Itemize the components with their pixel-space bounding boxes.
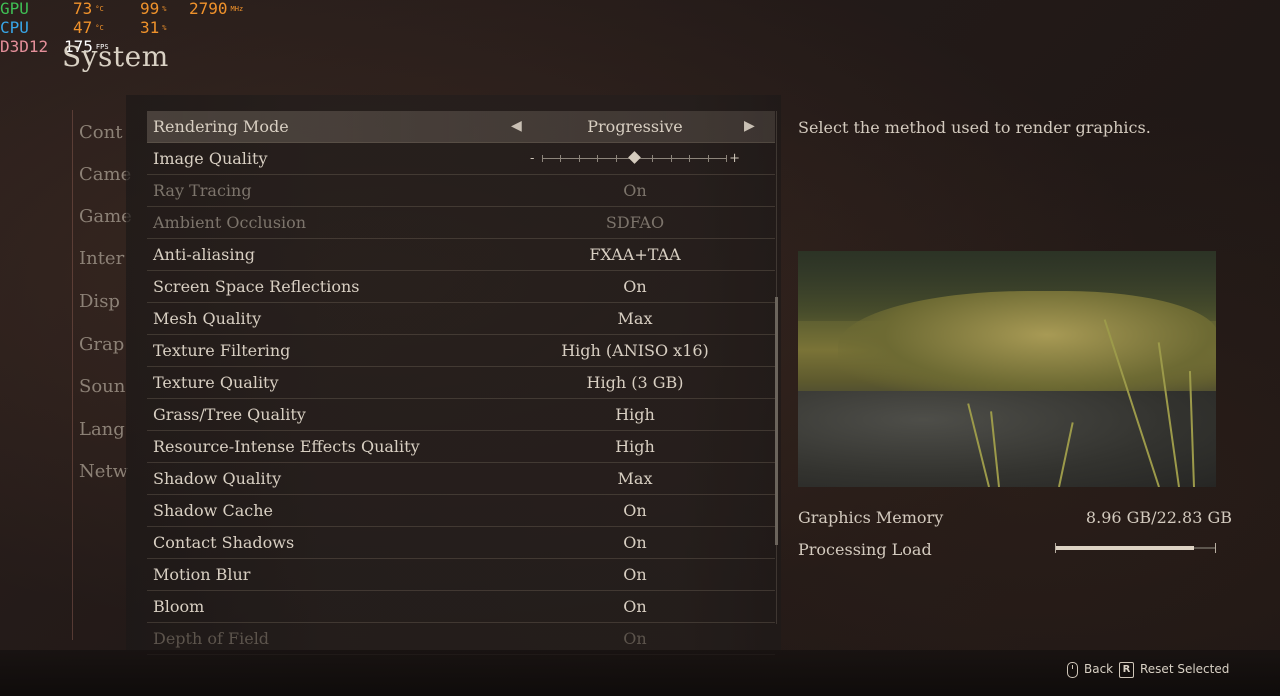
setting-value: On (623, 597, 647, 616)
slider-minus[interactable]: - (530, 143, 534, 174)
processing-load-bar (1055, 543, 1216, 553)
setting-name: Anti-aliasing (153, 245, 255, 264)
back-button[interactable]: Back (1067, 660, 1113, 678)
setting-row[interactable]: Grass/Tree Quality High (147, 399, 775, 431)
category-item[interactable]: Cont (79, 122, 122, 143)
load-bar-end-cap (1215, 543, 1216, 553)
category-item[interactable]: Inter (79, 248, 124, 269)
setting-row[interactable]: Rendering Mode Progressive ◀ ▶ (147, 111, 775, 143)
slider-tick (579, 155, 580, 162)
load-bar-fill (1056, 546, 1195, 550)
slider-tick (689, 155, 690, 162)
setting-name: Motion Blur (153, 565, 251, 584)
scrollbar-thumb[interactable] (775, 297, 778, 545)
slider-tick (671, 155, 672, 162)
setting-row[interactable]: Contact Shadows On (147, 527, 775, 559)
setting-row[interactable]: Shadow Quality Max (147, 463, 775, 495)
arrow-left-icon[interactable]: ◀ (511, 111, 522, 142)
category-item[interactable]: Soun (79, 376, 125, 397)
setting-row[interactable]: Bloom On (147, 591, 775, 623)
setting-value: On (623, 565, 647, 584)
setting-row[interactable]: Screen Space Reflections On (147, 271, 775, 303)
setting-name: Ambient Occlusion (153, 213, 307, 232)
slider-knob[interactable] (628, 151, 641, 164)
preview-image (798, 251, 1216, 487)
setting-name: Bloom (153, 597, 205, 616)
setting-name: Texture Filtering (153, 341, 291, 360)
graphics-memory-value: 8.96 GB/22.83 GB (1085, 508, 1232, 527)
r-key-icon: R (1119, 661, 1134, 678)
setting-value: High (615, 405, 655, 424)
category-item[interactable]: Came (79, 164, 131, 185)
slider-tick (542, 155, 543, 162)
settings-list: Rendering Mode Progressive ◀ ▶ Image Quality… (147, 111, 775, 655)
setting-name: Resource-Intense Effects Quality (153, 437, 420, 456)
processing-load-label: Processing Load (798, 540, 932, 559)
slider-tick (652, 155, 653, 162)
slider-tick (708, 155, 709, 162)
setting-row[interactable]: Anti-aliasing FXAA+TAA (147, 239, 775, 271)
setting-value: SDFAO (605, 213, 665, 232)
setting-value: On (623, 181, 647, 200)
slider-tick (616, 155, 617, 162)
setting-value: On (623, 501, 647, 520)
slider-tick (726, 155, 727, 162)
arrow-right-icon[interactable]: ▶ (744, 111, 755, 142)
setting-row: Ambient Occlusion SDFAO (147, 207, 775, 239)
setting-row[interactable]: Texture Quality High (3 GB) (147, 367, 775, 399)
setting-name: Contact Shadows (153, 533, 295, 552)
setting-name: Image Quality (153, 149, 268, 168)
setting-name: Grass/Tree Quality (153, 405, 306, 424)
setting-value: High (ANISO x16) (561, 341, 709, 360)
gpu-usage: 99% (140, 0, 167, 18)
setting-row[interactable]: Texture Filtering High (ANISO x16) (147, 335, 775, 367)
api-label: D3D12 (0, 37, 49, 56)
reset-selected-label: Reset Selected (1140, 662, 1230, 676)
setting-row[interactable]: Image Quality - + (147, 143, 775, 175)
setting-row[interactable]: Resource-Intense Effects Quality High (147, 431, 775, 463)
gpu-label: GPU (0, 0, 29, 18)
page-title: System (62, 40, 169, 73)
setting-value: Progressive (587, 117, 683, 136)
setting-name: Texture Quality (153, 373, 279, 392)
graphics-memory-label: Graphics Memory (798, 508, 944, 527)
setting-value: Max (617, 469, 653, 488)
reset-selected-button[interactable]: R Reset Selected (1119, 660, 1229, 678)
setting-value: High (3 GB) (586, 373, 684, 392)
cpu-temp: 47 °C (73, 18, 104, 37)
category-item[interactable]: Disp (79, 291, 120, 312)
setting-row[interactable]: Shadow Cache On (147, 495, 775, 527)
slider-tick (597, 155, 598, 162)
setting-name: Rendering Mode (153, 117, 289, 136)
setting-value: On (623, 277, 647, 296)
cpu-label: CPU (0, 18, 29, 37)
image-quality-slider[interactable]: - + (530, 151, 740, 166)
setting-value: High (615, 437, 655, 456)
setting-description: Select the method used to render graphic… (798, 118, 1151, 137)
back-label: Back (1084, 662, 1114, 676)
category-item[interactable]: Grap (79, 334, 124, 355)
slider-tick (560, 155, 561, 162)
setting-name: Shadow Cache (153, 501, 273, 520)
setting-value: FXAA+TAA (589, 245, 681, 264)
category-item[interactable]: Netw (79, 461, 128, 482)
setting-name: Mesh Quality (153, 309, 262, 328)
setting-name: Screen Space Reflections (153, 277, 360, 296)
slider-plus[interactable]: + (729, 143, 740, 174)
setting-name: Shadow Quality (153, 469, 282, 488)
setting-row[interactable]: Mesh Quality Max (147, 303, 775, 335)
category-item[interactable]: Game (79, 206, 132, 227)
mouse-icon (1067, 661, 1078, 678)
setting-name: Ray Tracing (153, 181, 252, 200)
setting-row: Ray Tracing On (147, 175, 775, 207)
gpu-clock: 2790 MHz (189, 0, 244, 18)
gpu-temp: 73 °C (73, 0, 104, 18)
setting-value: On (623, 533, 647, 552)
cpu-usage: 31% (140, 18, 167, 37)
category-menu (72, 110, 133, 640)
setting-row[interactable]: Motion Blur On (147, 559, 775, 591)
category-item[interactable]: Lang (79, 419, 125, 440)
setting-value: Max (617, 309, 653, 328)
